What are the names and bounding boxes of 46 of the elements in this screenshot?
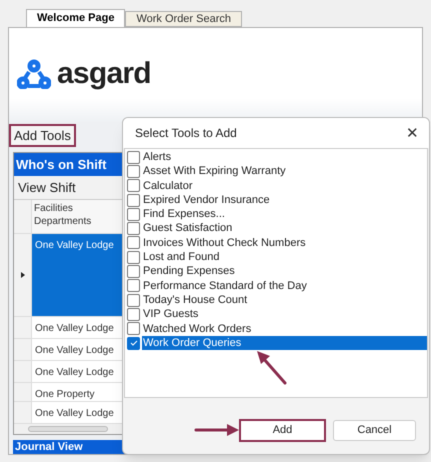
list-item[interactable]: Today's House Count bbox=[142, 292, 427, 308]
checkbox[interactable] bbox=[127, 336, 140, 350]
logo-text: asgard bbox=[57, 59, 151, 89]
list-item[interactable]: Work Order Queries bbox=[142, 336, 427, 350]
checkmark-icon bbox=[130, 340, 138, 346]
checkbox[interactable] bbox=[127, 222, 140, 236]
row-pointer-icon bbox=[20, 272, 24, 278]
checkbox[interactable] bbox=[127, 308, 140, 321]
logo-icon bbox=[17, 59, 51, 89]
list-item[interactable]: Expired Vendor Insurance bbox=[142, 192, 427, 208]
row-header-cell[interactable] bbox=[14, 361, 32, 382]
checkbox[interactable] bbox=[127, 279, 140, 292]
scrollbar-thumb[interactable] bbox=[28, 426, 108, 432]
list-item[interactable]: Calculator bbox=[142, 178, 427, 193]
list-item[interactable]: Lost and Found bbox=[142, 250, 427, 264]
add-tools-button[interactable]: Add Tools bbox=[9, 124, 76, 147]
close-button[interactable]: ✕ bbox=[406, 126, 419, 140]
annotation-arrow bbox=[255, 350, 288, 386]
checkbox[interactable] bbox=[127, 179, 140, 192]
list-item[interactable]: VIP Guests bbox=[142, 307, 427, 322]
checkbox[interactable] bbox=[127, 150, 140, 164]
list-item[interactable]: Guest Satisfaction bbox=[142, 221, 427, 236]
row-header-cell[interactable] bbox=[14, 339, 32, 360]
row-header-cell[interactable] bbox=[14, 317, 32, 338]
checkbox[interactable] bbox=[127, 265, 140, 278]
cancel-button[interactable]: Cancel bbox=[333, 420, 416, 440]
row-header-cell[interactable] bbox=[14, 234, 32, 316]
tab[interactable]: Work Order Search bbox=[125, 11, 242, 27]
row-header-cell[interactable] bbox=[14, 402, 32, 423]
checkbox[interactable] bbox=[127, 250, 140, 264]
checkbox[interactable] bbox=[127, 194, 140, 207]
list-item[interactable]: Performance Standard of the Day bbox=[142, 278, 427, 293]
row-header-cell[interactable] bbox=[14, 383, 32, 401]
list-item[interactable]: Watched Work Orders bbox=[142, 322, 427, 336]
checkbox[interactable] bbox=[127, 164, 140, 178]
checkbox[interactable] bbox=[127, 208, 140, 221]
list-item[interactable]: Invoices Without Check Numbers bbox=[142, 236, 427, 250]
list-item[interactable]: Pending Expenses bbox=[142, 264, 427, 279]
tab[interactable]: Welcome Page bbox=[26, 9, 126, 27]
add-button[interactable]: Add bbox=[239, 418, 326, 442]
checkbox[interactable] bbox=[127, 294, 140, 307]
annotation-arrow bbox=[194, 423, 240, 437]
dialog-title: Select Tools to Add bbox=[135, 125, 237, 142]
checkbox[interactable] bbox=[127, 236, 140, 250]
checkbox[interactable] bbox=[127, 322, 140, 336]
list-item[interactable]: Find Expenses... bbox=[142, 207, 427, 222]
